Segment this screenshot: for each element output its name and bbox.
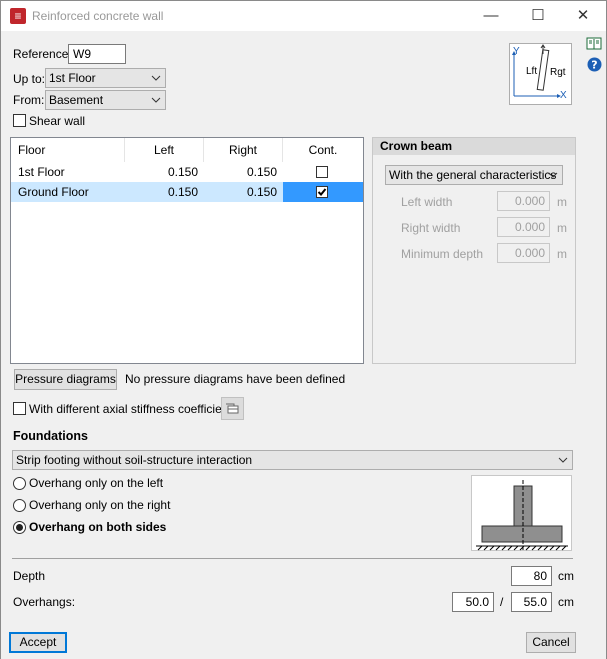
depth-unit: cm — [558, 569, 574, 583]
crown-beam-header: Crown beam — [373, 138, 575, 155]
table-row[interactable]: 1st Floor 0.150 0.150 — [11, 162, 363, 182]
column-header-floor[interactable]: Floor — [11, 138, 125, 162]
cont-checkbox-checked[interactable] — [316, 186, 328, 198]
right-cell[interactable]: 0.150 — [204, 182, 283, 202]
dialog-window: ≡ Reinforced concrete wall — ☐ ✕ ? Refer… — [0, 0, 607, 659]
table-row-selected[interactable]: Ground Floor 0.150 0.150 — [11, 182, 363, 202]
left-width-input[interactable]: 0.000 — [497, 191, 550, 211]
axial-stiffness-label: With different axial stiffness coefficie… — [29, 402, 232, 416]
depth-label: Depth — [13, 569, 46, 583]
overhang-left-input[interactable]: 50.0 — [452, 592, 494, 612]
edit-table-icon — [226, 403, 239, 414]
axial-stiffness-edit-button[interactable] — [221, 397, 244, 420]
foundation-type-select[interactable]: Strip footing without soil-structure int… — [12, 450, 573, 470]
cont-checkbox[interactable] — [316, 166, 328, 178]
from-label: From: — [13, 93, 45, 107]
overhang-right-radio[interactable] — [13, 499, 26, 512]
floor-cell: 1st Floor — [18, 165, 65, 179]
book-icon[interactable] — [586, 35, 602, 51]
wall-axes-diagram: Y X Lft Rgt — [509, 43, 572, 105]
overhang-right-input[interactable]: 55.0 — [511, 592, 552, 612]
left-cell[interactable]: 0.150 — [125, 182, 204, 202]
axial-stiffness-checkbox[interactable] — [13, 402, 26, 415]
app-logo-icon: ≡ — [10, 8, 26, 24]
footing-diagram — [471, 475, 572, 551]
left-cell[interactable]: 0.150 — [125, 162, 204, 182]
close-button[interactable]: ✕ — [560, 1, 606, 31]
crown-beam-mode: With the general characteristics — [389, 168, 557, 182]
chevron-down-icon — [558, 457, 568, 463]
overhang-left-radio[interactable] — [13, 477, 26, 490]
cancel-button[interactable]: Cancel — [526, 632, 576, 653]
chevron-down-icon — [151, 97, 161, 103]
right-width-unit: m — [557, 221, 567, 235]
depth-input[interactable]: 80 — [511, 566, 552, 586]
left-width-unit: m — [557, 195, 567, 209]
left-width-label: Left width — [401, 195, 453, 209]
up-to-label: Up to: — [13, 72, 46, 86]
help-icon[interactable]: ? — [587, 57, 602, 72]
foundation-type-value: Strip footing without soil-structure int… — [16, 453, 253, 467]
window-title: Reinforced concrete wall — [32, 9, 164, 23]
floor-cell: Ground Floor — [18, 185, 89, 199]
diagram-y-label: Y — [513, 46, 520, 57]
diagram-x-label: X — [560, 90, 567, 101]
column-header-right[interactable]: Right — [204, 138, 283, 162]
overhangs-unit: cm — [558, 595, 574, 609]
right-width-label: Right width — [401, 221, 461, 235]
chevron-down-icon — [151, 75, 161, 81]
right-width-input[interactable]: 0.000 — [497, 217, 550, 237]
chevron-down-icon — [548, 172, 558, 178]
foundations-header: Foundations — [13, 429, 88, 443]
diagram-right-label: Rgt — [550, 67, 566, 78]
title-bar: ≡ Reinforced concrete wall — ☐ ✕ — [1, 1, 606, 31]
separator — [12, 558, 573, 559]
minimum-depth-label: Minimum depth — [401, 247, 484, 261]
minimize-button[interactable]: — — [468, 1, 514, 31]
overhang-both-radio[interactable] — [13, 521, 26, 534]
overhangs-label: Overhangs: — [13, 595, 76, 609]
overhang-right-label: Overhang only on the right — [29, 498, 171, 512]
crown-beam-select[interactable]: With the general characteristics — [385, 165, 563, 185]
reference-label: Reference — [13, 47, 69, 61]
minimum-depth-input[interactable]: 0.000 — [497, 243, 550, 263]
strip-footing-icon — [476, 480, 568, 551]
shear-wall-label: Shear wall — [29, 114, 86, 128]
up-to-value: 1st Floor — [49, 71, 96, 85]
right-cell[interactable]: 0.150 — [204, 162, 283, 182]
from-value: Basement — [49, 93, 104, 107]
up-to-select[interactable]: 1st Floor — [45, 68, 166, 88]
pressure-status-text: No pressure diagrams have been defined — [125, 372, 346, 386]
shear-wall-checkbox[interactable] — [13, 114, 26, 127]
pressure-diagrams-button[interactable]: Pressure diagrams — [14, 369, 117, 390]
svg-text:?: ? — [591, 59, 597, 72]
reference-input[interactable]: W9 — [68, 44, 126, 64]
column-header-left[interactable]: Left — [125, 138, 204, 162]
overhang-both-label: Overhang on both sides — [29, 520, 167, 534]
maximize-button[interactable]: ☐ — [515, 1, 561, 31]
accept-button[interactable]: Accept — [9, 632, 67, 653]
floors-table: Floor Left Right Cont. 1st Floor 0.150 0… — [10, 137, 364, 364]
overhang-left-label: Overhang only on the left — [29, 476, 164, 490]
overhangs-separator: / — [500, 595, 504, 609]
cont-cell-selected[interactable] — [283, 182, 363, 202]
column-header-cont[interactable]: Cont. — [283, 138, 363, 162]
footer-bar — [1, 623, 606, 659]
minimum-depth-unit: m — [557, 247, 567, 261]
diagram-left-label: Lft — [526, 66, 538, 77]
from-select[interactable]: Basement — [45, 90, 166, 110]
crown-beam-panel: Crown beam With the general characterist… — [372, 137, 576, 364]
